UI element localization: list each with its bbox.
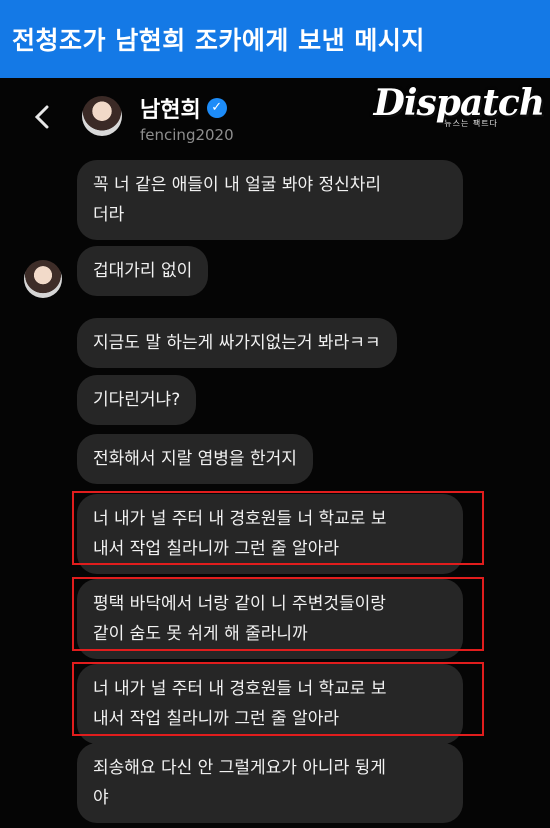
profile-avatar[interactable] <box>82 96 122 136</box>
message-avatar[interactable] <box>24 260 62 298</box>
message-bubble: 죄송해요 다신 안 그럴게요가 아니라 뒹게 야 <box>77 743 463 823</box>
profile-name: 남현희 <box>140 98 201 123</box>
message-bubble: 전화해서 지랄 염병을 한거지 <box>77 434 313 484</box>
message-bubble: 너 내가 널 주터 내 경호원들 너 학교로 보 내서 작업 칠라니까 그런 줄… <box>77 494 463 574</box>
message-bubble: 너 내가 널 주터 내 경호원들 너 학교로 보 내서 작업 칠라니까 그런 줄… <box>77 664 463 744</box>
caption-bar: 전청조가 남현희 조카에게 보낸 메시지 <box>0 0 550 78</box>
message-bubble: 겁대가리 없이 <box>77 246 209 296</box>
message-bubble: 지금도 말 하는게 싸가지없는거 봐라ㅋㅋ <box>77 318 397 368</box>
message-bubble: 평택 바닥에서 너랑 같이 니 주변것들이랑 같이 숨도 못 쉬게 해 줄라니까 <box>77 579 463 659</box>
profile-handle: fencing2020 <box>140 126 234 144</box>
caption-text: 전청조가 남현희 조카에게 보낸 메시지 <box>12 26 425 55</box>
message-bubble: 기다린거냐? <box>77 375 197 425</box>
verified-badge-icon: ✓ <box>206 98 227 118</box>
chat-screen: 남현희 ✓ fencing2020 Dispatch 뉴스는 팩트다 꼭 너 같… <box>0 78 550 828</box>
dispatch-logo-tagline: 뉴스는 팩트다 <box>444 119 498 128</box>
back-arrow-icon[interactable] <box>30 104 56 130</box>
profile-name-row[interactable]: 남현희 ✓ <box>140 92 227 124</box>
message-bubble: 꼭 너 같은 애들이 내 얼굴 봐야 정신차리 더라 <box>77 160 463 240</box>
